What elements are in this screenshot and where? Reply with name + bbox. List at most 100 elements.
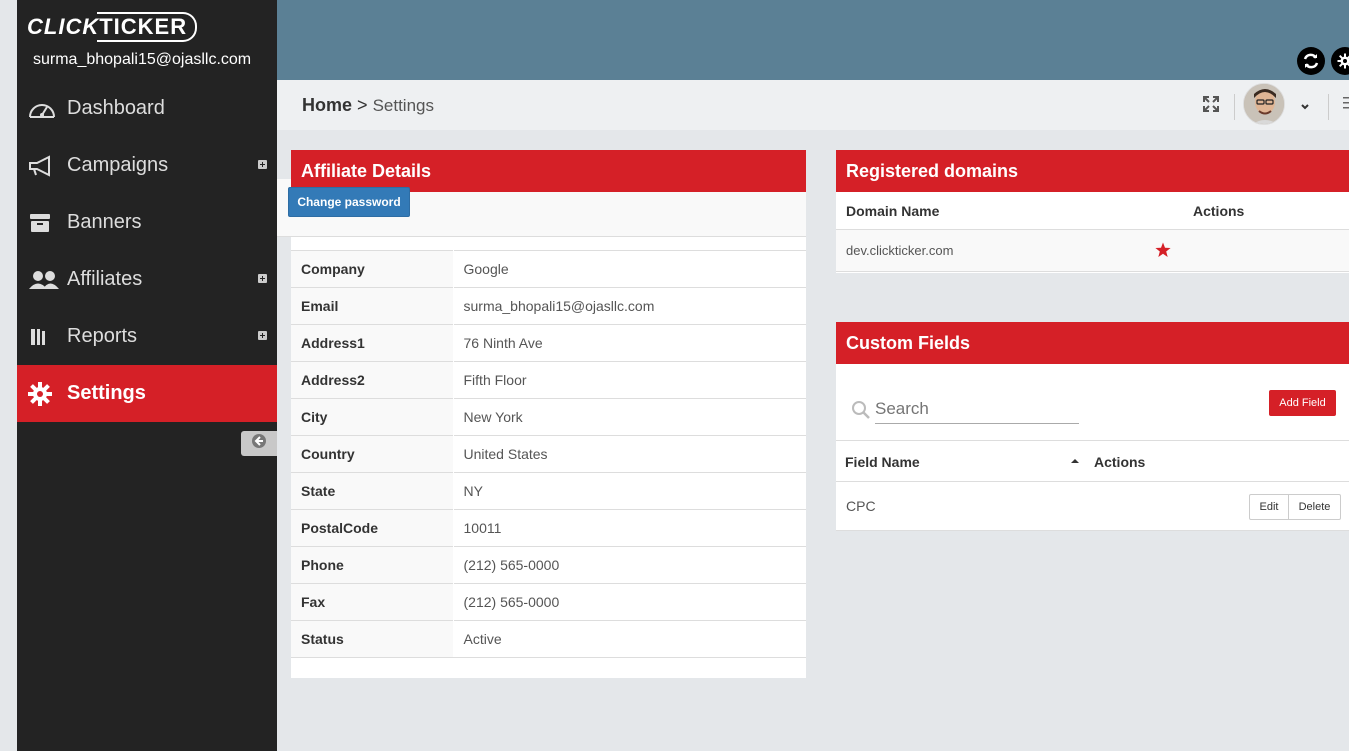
- logo-text-ticker: TICKER: [97, 12, 198, 42]
- field-label: Email: [291, 287, 454, 325]
- table-row: CPC Edit Delete: [836, 482, 1349, 530]
- table-row: Phone (212) 565-0000: [291, 546, 806, 584]
- top-header-bar: [277, 0, 1349, 80]
- sidebar-item-label: Settings: [67, 382, 146, 404]
- field-value: (212) 565-0000: [453, 583, 806, 621]
- column-header-field-name[interactable]: Field Name: [845, 454, 920, 470]
- table-row: Country United States: [291, 435, 806, 473]
- sidebar-nav: Dashboard Campaigns Banners Affiliates R…: [17, 80, 277, 422]
- star-icon[interactable]: [1155, 242, 1171, 261]
- sidebar: CLICKTICKER surma_bhopali15@ojasllc.com …: [17, 0, 277, 751]
- field-label: Country: [291, 435, 454, 473]
- field-label: Status: [291, 620, 454, 658]
- table-row: Fax (212) 565-0000: [291, 583, 806, 621]
- edit-button[interactable]: Edit: [1249, 494, 1289, 520]
- archive-box-icon: [27, 212, 67, 234]
- table-row: Company Google: [291, 250, 806, 288]
- field-label: PostalCode: [291, 509, 454, 547]
- field-label: Address1: [291, 324, 454, 362]
- megaphone-icon: [27, 154, 67, 177]
- field-value: (212) 565-0000: [453, 546, 806, 584]
- sidebar-item-campaigns[interactable]: Campaigns: [17, 137, 277, 194]
- panel-title: Registered domains: [846, 160, 1019, 181]
- settings-gear-icon[interactable]: [1331, 47, 1349, 75]
- table-row: State NY: [291, 472, 806, 510]
- table-row: Address2 Fifth Floor: [291, 361, 806, 399]
- hamburger-menu-icon[interactable]: [1343, 96, 1349, 115]
- panel-title: Custom Fields: [846, 332, 971, 353]
- sidebar-item-label: Banners: [67, 211, 142, 233]
- field-value: surma_bhopali15@ojasllc.com: [453, 287, 806, 325]
- expand-plus-icon[interactable]: [258, 331, 267, 340]
- users-icon: [27, 269, 67, 291]
- field-label: Phone: [291, 546, 454, 584]
- sidebar-item-label: Campaigns: [67, 154, 169, 176]
- table-row: Email surma_bhopali15@ojasllc.com: [291, 287, 806, 325]
- user-email: surma_bhopali15@ojasllc.com: [33, 51, 252, 68]
- column-header-domain-name[interactable]: Domain Name: [846, 203, 939, 219]
- arrow-left-circle-icon: [251, 433, 267, 454]
- fullscreen-expand-icon[interactable]: [1202, 95, 1220, 118]
- chevron-down-icon[interactable]: [1300, 98, 1310, 116]
- refresh-icon[interactable]: [1297, 47, 1325, 75]
- sidebar-item-label: Affiliates: [67, 268, 143, 290]
- search-field: [850, 394, 1080, 424]
- logo-text-click: CLICK: [27, 14, 100, 39]
- breadcrumb-home-link[interactable]: Home: [302, 95, 352, 115]
- sidebar-item-label: Reports: [67, 325, 138, 347]
- change-password-button[interactable]: Change password: [288, 187, 410, 217]
- table-row: dev.clickticker.com: [836, 230, 1349, 272]
- bar-chart-icon: [27, 326, 67, 348]
- domain-name-cell: dev.clickticker.com: [846, 243, 954, 258]
- field-label: State: [291, 472, 454, 510]
- field-value: 10011: [453, 509, 806, 547]
- field-name-cell: CPC: [846, 498, 876, 514]
- sidebar-item-dashboard[interactable]: Dashboard: [17, 80, 277, 137]
- sidebar-item-label: Dashboard: [67, 97, 165, 119]
- search-icon: [851, 400, 871, 425]
- field-label: Company: [291, 250, 454, 288]
- divider: [1234, 94, 1235, 120]
- sort-ascending-icon[interactable]: [1070, 453, 1080, 469]
- sidebar-item-settings[interactable]: Settings: [17, 365, 277, 422]
- breadcrumb: Home > Settings: [302, 95, 434, 116]
- dashboard-gauge-icon: [27, 97, 67, 121]
- column-header-actions: Actions: [1193, 203, 1245, 219]
- table-row: PostalCode 10011: [291, 509, 806, 547]
- add-field-button[interactable]: Add Field: [1269, 390, 1336, 416]
- field-value: NY: [453, 472, 806, 510]
- search-input[interactable]: [875, 394, 1079, 424]
- affiliate-details-table: Company Google Email surma_bhopali15@ojasll…: [291, 237, 806, 678]
- affiliate-details-header: Affiliate Details: [291, 150, 806, 192]
- expand-plus-icon[interactable]: [258, 274, 267, 283]
- sidebar-item-banners[interactable]: Banners: [17, 194, 277, 251]
- delete-button[interactable]: Delete: [1288, 494, 1341, 520]
- user-avatar[interactable]: [1243, 83, 1285, 125]
- sidebar-item-affiliates[interactable]: Affiliates: [17, 251, 277, 308]
- field-value: United States: [453, 435, 806, 473]
- field-value: 76 Ninth Ave: [453, 324, 806, 362]
- field-value: Google: [453, 250, 806, 288]
- custom-fields-panel: Add Field Field Name Actions CPC Edit De…: [836, 364, 1349, 531]
- registered-domains-header: Registered domains: [836, 150, 1349, 192]
- expand-plus-icon[interactable]: [258, 160, 267, 169]
- table-row: Address1 76 Ninth Ave: [291, 324, 806, 362]
- table-header-row: Domain Name Actions: [836, 192, 1349, 230]
- field-value: New York: [453, 398, 806, 436]
- clickticker-logo[interactable]: CLICKTICKER: [27, 12, 198, 42]
- panel-title: Affiliate Details: [301, 160, 432, 181]
- breadcrumb-bar: Home > Settings: [277, 80, 1349, 130]
- breadcrumb-current: Settings: [372, 96, 434, 115]
- table-row: Status Active: [291, 620, 806, 658]
- sidebar-item-reports[interactable]: Reports: [17, 308, 277, 365]
- sidebar-collapse-button[interactable]: [241, 431, 277, 456]
- breadcrumb-separator: >: [357, 95, 368, 115]
- table-row: City New York: [291, 398, 806, 436]
- registered-domains-table: Domain Name Actions dev.clickticker.com: [836, 192, 1349, 273]
- divider: [1328, 94, 1329, 120]
- field-value: Fifth Floor: [453, 361, 806, 399]
- field-label: City: [291, 398, 454, 436]
- field-label: Address2: [291, 361, 454, 399]
- field-value: Active: [453, 620, 806, 658]
- custom-fields-header: Custom Fields: [836, 322, 1349, 364]
